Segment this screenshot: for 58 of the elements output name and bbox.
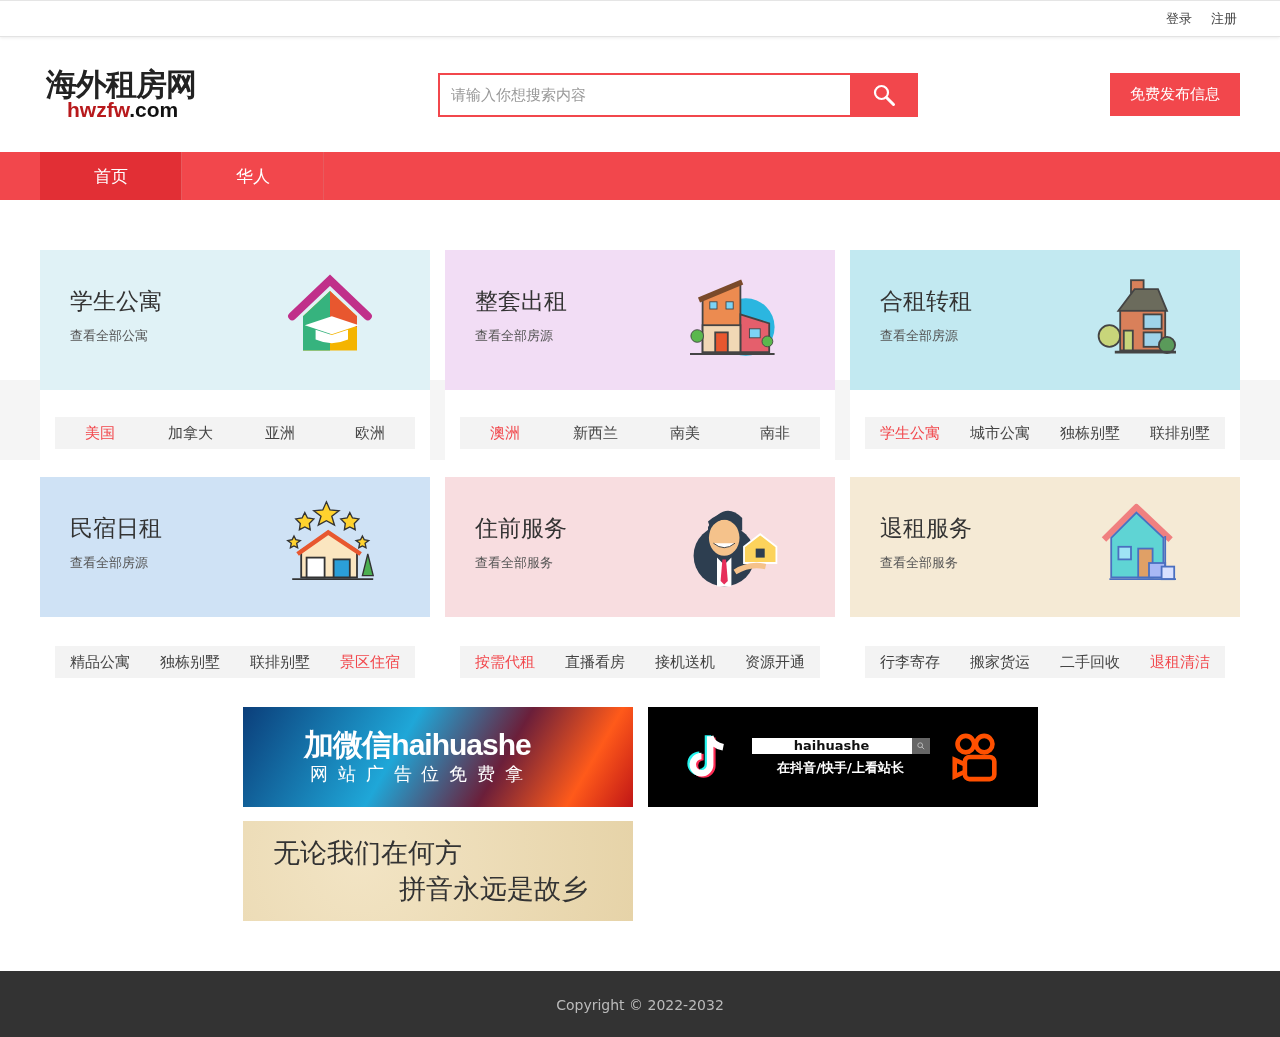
sub-link[interactable]: 独栋别墅	[145, 646, 235, 678]
logo-domain: hwzfw.com	[67, 99, 179, 120]
category-panel[interactable]: 整套出租 查看全部房源	[445, 250, 835, 390]
top-link[interactable]: 注册	[1211, 9, 1237, 28]
sub-link[interactable]: 独栋别墅	[1045, 417, 1135, 449]
nav-tab[interactable]: 首页	[40, 152, 182, 200]
ad-banner[interactable]: haihuashe 在抖音/快手/上看站长	[647, 707, 1038, 807]
handle-field: haihuashe	[751, 737, 912, 754]
search-field[interactable]: 请输入你想搜索内容	[438, 72, 850, 117]
sub-link[interactable]: 南非	[730, 417, 820, 449]
logo-title: 海外租房网	[46, 67, 196, 100]
sub-link[interactable]: 资源开通	[730, 646, 820, 678]
sub-link[interactable]: 亚洲	[235, 417, 325, 449]
ad-banner[interactable]: 加微信haihuashe 网 站 广 告 位 免 费 拿	[242, 707, 633, 807]
search-icon	[872, 82, 896, 107]
sub-link[interactable]: 搬家货运	[955, 646, 1045, 678]
banner-headline: 加微信haihuashe	[304, 728, 531, 762]
category-title: 民宿日租	[70, 513, 162, 543]
view-all-link[interactable]: 查看全部房源	[475, 326, 553, 345]
sub-link[interactable]: 接机送机	[640, 646, 730, 678]
slogan-line: 拼音永远是故乡	[397, 872, 589, 906]
publish-button[interactable]: 免费发布信息	[1110, 73, 1240, 116]
ad-banner[interactable]: 无论我们在何方 拼音永远是故乡	[242, 821, 633, 921]
top-link[interactable]: 登录	[1166, 9, 1192, 28]
view-all-link[interactable]: 查看全部服务	[475, 553, 553, 572]
view-all-link[interactable]: 查看全部房源	[70, 553, 148, 572]
search-button[interactable]	[850, 72, 918, 117]
sub-link[interactable]: 行李寄存	[865, 646, 955, 678]
category-title: 整套出租	[475, 286, 567, 316]
banner-subline: 在抖音/快手/上看站长	[777, 758, 904, 777]
view-all-link[interactable]: 查看全部公寓	[70, 326, 148, 345]
category-panel[interactable]: 民宿日租 查看全部房源	[40, 477, 430, 617]
sub-link[interactable]: 城市公寓	[955, 417, 1045, 449]
search-icon	[911, 737, 930, 754]
category-panel[interactable]: 住前服务 查看全部服务	[445, 477, 835, 617]
sub-link[interactable]: 加拿大	[145, 417, 235, 449]
sub-link[interactable]: 南美	[640, 417, 730, 449]
category-panel[interactable]: 学生公寓 查看全部公寓	[40, 250, 430, 390]
category-title: 学生公寓	[70, 286, 162, 316]
sub-link[interactable]: 直播看房	[550, 646, 640, 678]
slogan-line: 无论我们在何方	[272, 836, 463, 870]
sub-link[interactable]: 精品公寓	[55, 646, 145, 678]
view-all-link[interactable]: 查看全部服务	[880, 553, 958, 572]
category-panel[interactable]: 合租转租 查看全部房源	[850, 250, 1240, 390]
sub-link[interactable]: 二手回收	[1045, 646, 1135, 678]
category-title: 退租服务	[880, 513, 972, 543]
sub-link[interactable]: 新西兰	[550, 417, 640, 449]
view-all-link[interactable]: 查看全部房源	[880, 326, 958, 345]
nav-tab[interactable]: 华人	[182, 152, 324, 200]
sub-link[interactable]: 欧洲	[325, 417, 415, 449]
sub-link[interactable]: 联排别墅	[1135, 417, 1225, 449]
copyright-text: Copyright © 2022-2032	[556, 996, 724, 1013]
camera-logo-icon	[951, 731, 998, 783]
banner-subline: 网 站 广 告 位 免 费 拿	[310, 762, 525, 786]
category-title: 合租转租	[880, 286, 972, 316]
category-panel[interactable]: 退租服务 查看全部服务	[850, 477, 1240, 617]
sub-link[interactable]: 联排别墅	[235, 646, 325, 678]
category-title: 住前服务	[475, 513, 567, 543]
